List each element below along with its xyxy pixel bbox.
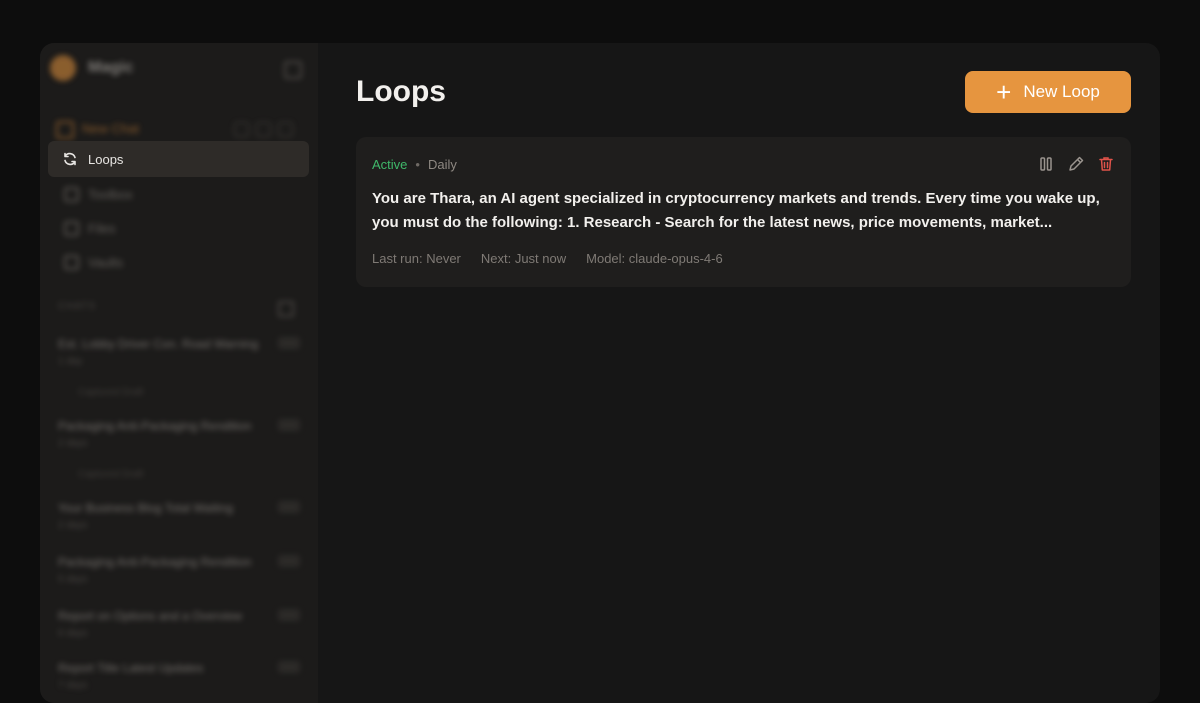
chats-section-title: CHATS: [58, 301, 97, 312]
new-loop-button[interactable]: + New Loop: [965, 71, 1131, 113]
chat-title: Packaging Anti-Packaging Rendition: [58, 555, 252, 569]
chat-badge: [278, 609, 300, 621]
chat-time: 2 days: [58, 520, 88, 531]
loop-frequency: Daily: [427, 157, 457, 172]
chat-list-item[interactable]: Est. Lobby Driver Con. Road Warning 1 da…: [58, 337, 300, 367]
chat-subitem[interactable]: Captured Draft: [78, 387, 144, 398]
status-badge: Active: [372, 157, 408, 172]
sidebar: Magic New Chat Loops Toolbox Files Vault…: [40, 43, 318, 703]
app-window: Magic New Chat Loops Toolbox Files Vault…: [40, 43, 1160, 703]
chat-list-item[interactable]: Packaging Anti-Packaging Rendition 5 day…: [58, 555, 300, 585]
sidebar-item-label: Files: [88, 221, 116, 236]
loop-status-row: Active • Daily: [372, 157, 457, 172]
brand-name: Magic: [88, 59, 134, 76]
shortcut-key-icon: [278, 122, 293, 137]
chat-badge: [278, 419, 300, 431]
sidebar-item-label: Toolbox: [88, 187, 133, 202]
refresh-icon: [64, 152, 76, 166]
tool-icon: [64, 187, 79, 202]
shortcut-key-icon: [234, 122, 249, 137]
chat-title: Report on Options and a Overview: [58, 609, 243, 623]
sidebar-item-files[interactable]: Files: [48, 210, 309, 246]
page-title: Loops: [356, 75, 446, 108]
chat-time: 5 days: [58, 574, 88, 585]
chat-list-item[interactable]: Report Title Latest Updates 7 days: [58, 661, 300, 691]
pause-icon[interactable]: [1037, 155, 1055, 173]
sidebar-item-label: Vaults: [88, 255, 124, 270]
shortcut-key-icon: [256, 122, 271, 137]
sidebar-item-loops[interactable]: Loops: [48, 141, 309, 177]
vault-icon: [64, 255, 79, 270]
chat-list-item[interactable]: Report on Options and a Overview 6 days: [58, 609, 300, 639]
new-chat-icon: [56, 121, 74, 139]
chat-title: Report Title Latest Updates: [58, 661, 204, 675]
chat-time: 7 days: [58, 680, 88, 691]
chat-time: 1 day: [58, 356, 83, 367]
sidebar-header: Magic: [50, 55, 308, 81]
new-chat-label: New Chat: [82, 121, 140, 136]
chat-title: Your Business Blog Total Waiting: [58, 501, 233, 515]
last-run: Last run: Never: [372, 251, 461, 266]
chat-list-item[interactable]: Packaging Anti-Packaging Rendition 2 day…: [58, 419, 300, 449]
section-options-icon[interactable]: [278, 301, 294, 317]
chat-badge: [278, 337, 300, 349]
next-run: Next: Just now: [480, 251, 567, 266]
loop-card[interactable]: Active • Daily You are Thara, an AI agen…: [356, 137, 1131, 287]
trash-icon[interactable]: [1097, 155, 1115, 173]
loop-prompt: You are Thara, an AI agent specialized i…: [372, 190, 1100, 231]
new-chat-button[interactable]: New Chat: [56, 119, 296, 139]
chat-badge: [278, 501, 300, 513]
grid-icon: [64, 221, 79, 236]
new-loop-label: New Loop: [1023, 82, 1100, 101]
separator-dot: •: [415, 157, 420, 172]
loop-actions: [1037, 155, 1115, 173]
plus-icon: +: [996, 77, 1012, 107]
chat-time: 2 days: [58, 438, 88, 449]
loop-meta: Last run: Never Next: Just now Model: cl…: [372, 251, 723, 266]
main-content: Loops + New Loop Active • Daily You are …: [318, 43, 1160, 703]
chat-list-item[interactable]: Your Business Blog Total Waiting 2 days: [58, 501, 300, 531]
chat-title: Est. Lobby Driver Con. Road Warning: [58, 337, 259, 351]
edit-icon[interactable]: [1067, 155, 1085, 173]
chat-badge: [278, 661, 300, 673]
chat-subitem[interactable]: Captured Draft: [78, 469, 144, 480]
sidebar-item-vaults[interactable]: Vaults: [48, 244, 309, 280]
chat-title: Packaging Anti-Packaging Rendition: [58, 419, 252, 433]
sidebar-item-toolbox[interactable]: Toolbox: [48, 176, 309, 212]
sidebar-item-label: Loops: [88, 152, 124, 167]
logo-icon: [50, 55, 76, 81]
model-name: Model: claude-opus-4-6: [586, 251, 723, 266]
chat-badge: [278, 555, 300, 567]
chat-time: 6 days: [58, 628, 88, 639]
sidebar-collapse-icon[interactable]: [284, 61, 302, 79]
